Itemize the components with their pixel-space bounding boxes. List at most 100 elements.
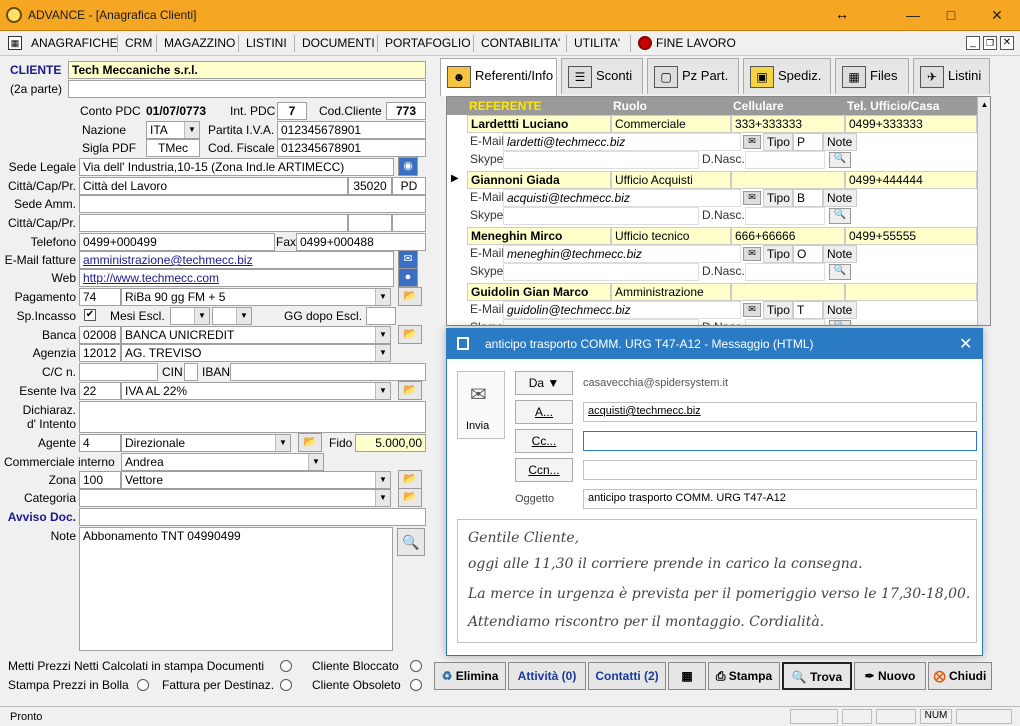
folder-open-icon[interactable]: 📂 <box>398 470 422 489</box>
maximize-button[interactable]: □ <box>940 5 962 25</box>
table-row-email[interactable]: meneghin@techmecc.biz <box>503 245 741 263</box>
sede-amm-field[interactable] <box>79 195 426 213</box>
chevron-down-icon[interactable]: ▼ <box>308 454 323 470</box>
search-icon[interactable]: 🔍 <box>829 264 851 280</box>
chevron-down-icon[interactable]: ▼ <box>194 308 209 324</box>
cliente-seconda-field[interactable] <box>68 80 426 98</box>
opt-prezzi-netti-radio[interactable] <box>280 660 292 672</box>
table-row-dnasc[interactable] <box>745 207 825 225</box>
note-label[interactable]: Note <box>823 189 857 207</box>
cod-cliente-field[interactable]: 773 <box>386 102 426 120</box>
menu-portafoglio[interactable]: PORTAFOGLIO <box>385 36 471 50</box>
iban-field[interactable] <box>230 363 426 381</box>
web-field[interactable]: http://www.techmecc.com <box>79 269 394 287</box>
chevron-down-icon[interactable]: ▼ <box>375 490 390 506</box>
chevron-down-icon[interactable]: ▼ <box>375 327 390 343</box>
pagamento-select[interactable]: RiBa 90 gg FM + 5 ▼ <box>121 288 391 306</box>
sp-incasso-checkbox[interactable]: ✔ <box>84 309 96 321</box>
table-row-tipo[interactable]: O <box>793 245 823 263</box>
folder-open-icon[interactable]: 📂 <box>398 488 422 507</box>
sede-legale-field[interactable]: Via dell' Industria,10-15 (Zona Ind.le A… <box>79 158 394 176</box>
cc-button[interactable]: Cc... <box>515 429 573 453</box>
chevron-down-icon[interactable]: ▼ <box>275 435 290 451</box>
table-row-skype[interactable] <box>503 207 699 225</box>
ccn-button[interactable]: Ccn... <box>515 458 573 482</box>
search-icon[interactable]: 🔍 <box>397 528 425 556</box>
cc-field[interactable] <box>583 431 977 451</box>
table-row-tel[interactable]: 0499+55555 <box>845 227 977 245</box>
piva-field[interactable]: 012345678901 <box>277 121 426 139</box>
zona-select[interactable]: Vettore ▼ <box>121 471 391 489</box>
contatti-button[interactable]: Contatti (2) <box>588 662 666 690</box>
globe-icon[interactable]: ● <box>398 268 418 287</box>
sigla-pdf-field[interactable]: TMec <box>146 139 200 157</box>
citta2-field[interactable] <box>79 214 348 232</box>
chevron-down-icon[interactable]: ▼ <box>375 472 390 488</box>
table-row-email[interactable]: guidolin@techmecc.biz <box>503 301 741 319</box>
table-row-email[interactable]: acquisti@techmecc.biz <box>503 189 741 207</box>
nazione-select[interactable]: ITA ▼ <box>146 121 200 139</box>
zona-code-field[interactable]: 100 <box>79 471 121 489</box>
folder-open-icon[interactable]: 📂 <box>398 325 422 344</box>
table-row-skype[interactable] <box>503 263 699 281</box>
ccn-field[interactable] <box>583 460 977 480</box>
tab-spediz[interactable]: ▣ Spediz. <box>743 58 831 94</box>
table-row-dnasc[interactable] <box>745 263 825 281</box>
contact-card-button[interactable]: ▦ <box>668 662 706 690</box>
mail-icon[interactable]: ✉ <box>743 247 761 261</box>
minimize-button[interactable]: — <box>902 5 924 25</box>
opt-prezzi-bolla-radio[interactable] <box>137 679 149 691</box>
stampa-button[interactable]: ⎙ Stampa <box>708 662 780 690</box>
table-row-email[interactable]: lardetti@techmecc.biz <box>503 133 741 151</box>
cc-field[interactable] <box>79 363 158 381</box>
table-row-dnasc[interactable] <box>745 151 825 169</box>
citta-field[interactable]: Città del Lavoro <box>79 177 348 195</box>
tab-sconti[interactable]: ☰ Sconti <box>561 58 643 94</box>
menu-utilita[interactable]: UTILITA' <box>574 36 620 50</box>
mail-icon[interactable]: ✉ <box>743 191 761 205</box>
folder-open-icon[interactable]: 📂 <box>298 433 322 452</box>
provincia-field[interactable]: PD <box>392 177 426 195</box>
tab-referenti-info[interactable]: ☻ Referenti/Info <box>440 58 557 96</box>
table-row-cell[interactable]: 666+66666 <box>731 227 845 245</box>
agente-code-field[interactable]: 4 <box>79 434 121 452</box>
send-button[interactable]: ✉ Invia <box>457 371 505 439</box>
menu-documenti[interactable]: DOCUMENTI <box>302 36 375 50</box>
pagamento-code-field[interactable]: 74 <box>79 288 121 306</box>
email-fatture-field[interactable]: amministrazione@techmecc.biz <box>79 251 394 269</box>
elimina-button[interactable]: ♻ Elimina <box>434 662 506 690</box>
cap2-field[interactable] <box>348 214 392 232</box>
agente-select[interactable]: Direzionale ▼ <box>121 434 291 452</box>
menu-grid-icon[interactable]: ▦ <box>8 36 22 50</box>
tab-pz-part[interactable]: ▢ Pz Part. <box>647 58 739 94</box>
chevron-down-icon[interactable]: ▼ <box>375 345 390 361</box>
dichiarazione-intento-field[interactable] <box>79 401 426 433</box>
chevron-down-icon[interactable]: ▼ <box>236 308 251 324</box>
mail-icon[interactable]: ✉ <box>743 135 761 149</box>
esente-code-field[interactable]: 22 <box>79 382 121 400</box>
chevron-down-icon[interactable]: ▼ <box>184 122 199 138</box>
nuovo-button[interactable]: ✒ Nuovo <box>854 662 926 690</box>
table-row-tel[interactable]: 0499+333333 <box>845 115 977 133</box>
table-row-name[interactable]: Lardettti Luciano <box>467 115 611 133</box>
cliente-field[interactable]: Tech Meccaniche s.r.l. <box>68 61 426 79</box>
mesi-escl-select-1[interactable]: ▼ <box>170 307 210 325</box>
table-row-name[interactable]: Giannoni Giada <box>467 171 611 189</box>
banca-code-field[interactable]: 02008 <box>79 326 121 344</box>
table-row-cell[interactable] <box>731 171 845 189</box>
mail-icon[interactable]: ✉ <box>743 303 761 317</box>
to-button[interactable]: A... <box>515 400 573 424</box>
subject-field[interactable]: anticipo trasporto COMM. URG T47-A12 <box>583 489 977 509</box>
fax-field[interactable]: 0499+000488 <box>296 233 426 251</box>
table-row-tipo[interactable]: B <box>793 189 823 207</box>
menu-crm[interactable]: CRM <box>125 36 152 50</box>
esente-iva-select[interactable]: IVA AL 22% ▼ <box>121 382 391 400</box>
note-label[interactable]: Note <box>823 245 857 263</box>
provincia2-field[interactable] <box>392 214 426 232</box>
avviso-doc-field[interactable] <box>79 508 426 526</box>
save-icon[interactable] <box>457 337 469 350</box>
menu-contabilita[interactable]: CONTABILITA' <box>481 36 560 50</box>
mesi-escl-select-2[interactable]: ▼ <box>212 307 252 325</box>
table-row-ruolo[interactable]: Commerciale <box>611 115 731 133</box>
cod-fiscale-field[interactable]: 012345678901 <box>277 139 426 157</box>
